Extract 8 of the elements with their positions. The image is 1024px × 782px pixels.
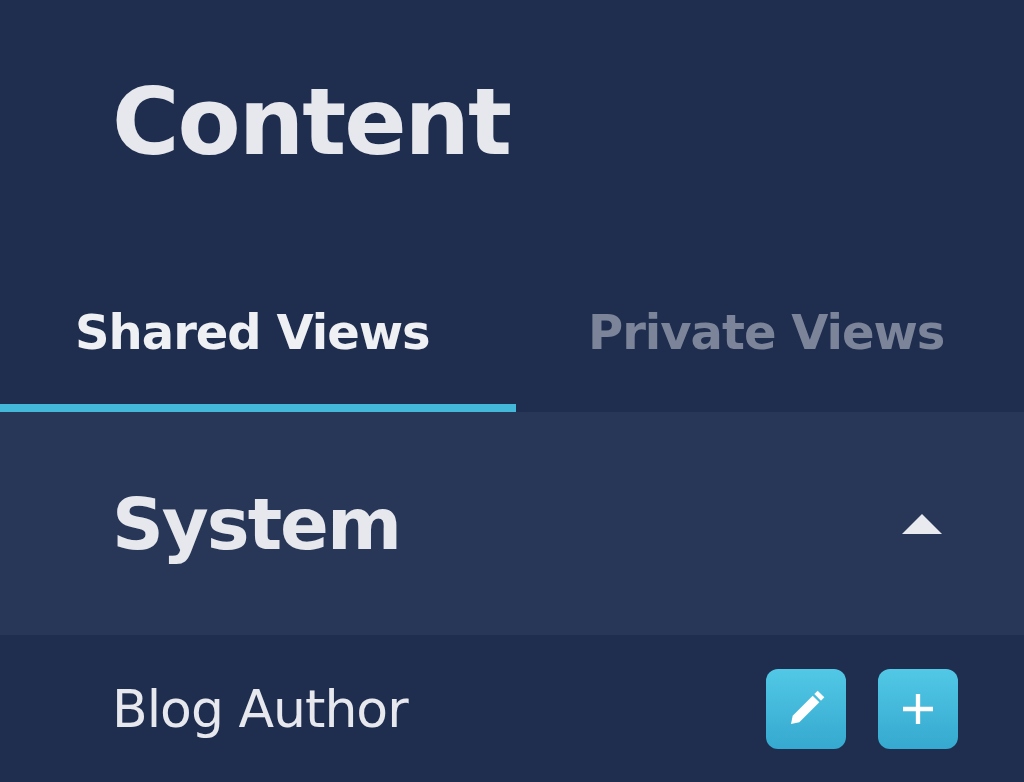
caret-icon[interactable] — [902, 513, 942, 534]
section-title: System — [112, 481, 400, 566]
view-item[interactable]: Blog Author — [112, 678, 408, 739]
section-header[interactable]: System — [0, 412, 1024, 635]
view-tab[interactable]: Private Views — [516, 226, 1024, 412]
page-title: Content — [111, 68, 512, 178]
add-button[interactable] — [878, 668, 958, 749]
edit-button[interactable] — [766, 668, 846, 749]
